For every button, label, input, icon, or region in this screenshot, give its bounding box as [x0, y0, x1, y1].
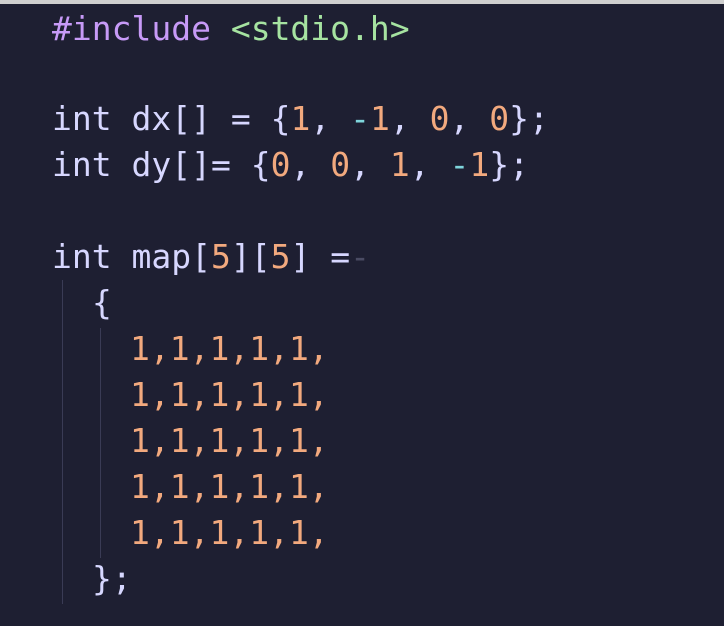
- comma: ,: [409, 145, 450, 184]
- identifier-dy: dy[]: [131, 145, 211, 184]
- code-line-row: 1,1,1,1,1,: [130, 418, 329, 464]
- code-line-dy: int dy[]= {0, 0, 1, -1};: [52, 142, 529, 188]
- row-values: 1,1,1,1,1,: [130, 467, 329, 506]
- minus-sign: -: [449, 145, 470, 184]
- code-line-open-brace: {: [92, 280, 112, 326]
- close-brace: };: [92, 559, 132, 598]
- comma: ,: [350, 145, 390, 184]
- indent-guide: [62, 280, 63, 604]
- comma: ,: [310, 99, 351, 138]
- bracket: ]: [290, 237, 311, 276]
- assign-op: =: [210, 145, 251, 184]
- code-line-row: 1,1,1,1,1,: [130, 372, 329, 418]
- value: 1: [369, 99, 390, 138]
- open-brace: {: [250, 145, 271, 184]
- type-keyword: int: [52, 99, 112, 138]
- code-line-map: int map[5][5] =-: [52, 234, 370, 280]
- open-brace: {: [92, 283, 112, 322]
- code-line-row: 1,1,1,1,1,: [130, 326, 329, 372]
- value: 1: [469, 145, 490, 184]
- dimension-value: 5: [270, 237, 291, 276]
- code-line-dx: int dx[] = {1, -1, 0, 0};: [52, 96, 549, 142]
- row-values: 1,1,1,1,1,: [130, 375, 329, 414]
- bracket: ][: [230, 237, 271, 276]
- type-keyword: int: [52, 237, 112, 276]
- value: 0: [270, 145, 291, 184]
- value: 1: [290, 99, 311, 138]
- trailing-whitespace-marker: -: [350, 237, 370, 276]
- include-directive: #include: [52, 9, 211, 48]
- value: 0: [489, 99, 510, 138]
- identifier-dx: dx[]: [131, 99, 211, 138]
- code-line-row: 1,1,1,1,1,: [130, 464, 329, 510]
- open-brace: {: [270, 99, 291, 138]
- include-header: <stdio.h>: [230, 9, 410, 48]
- comma: ,: [389, 99, 430, 138]
- bracket: [: [191, 237, 211, 276]
- code-line-row: 1,1,1,1,1,: [130, 510, 329, 556]
- assign-op: =: [210, 99, 271, 138]
- row-values: 1,1,1,1,1,: [130, 421, 329, 460]
- code-line-include: #include <stdio.h>: [52, 6, 410, 52]
- close-brace: };: [509, 99, 549, 138]
- minus-sign: -: [350, 99, 370, 138]
- indent-guide: [100, 328, 101, 558]
- code-line-close: };: [92, 556, 132, 602]
- comma: ,: [290, 145, 331, 184]
- value: 0: [330, 145, 351, 184]
- close-brace: };: [489, 145, 529, 184]
- dimension-value: 5: [210, 237, 231, 276]
- type-keyword: int: [52, 145, 112, 184]
- value: 1: [389, 145, 410, 184]
- value: 0: [429, 99, 450, 138]
- row-values: 1,1,1,1,1,: [130, 513, 329, 552]
- row-values: 1,1,1,1,1,: [130, 329, 329, 368]
- comma: ,: [449, 99, 490, 138]
- assign-op: =: [310, 237, 351, 276]
- code-editor[interactable]: #include <stdio.h> int dx[] = {1, -1, 0,…: [0, 4, 724, 626]
- identifier-map: map: [131, 237, 192, 276]
